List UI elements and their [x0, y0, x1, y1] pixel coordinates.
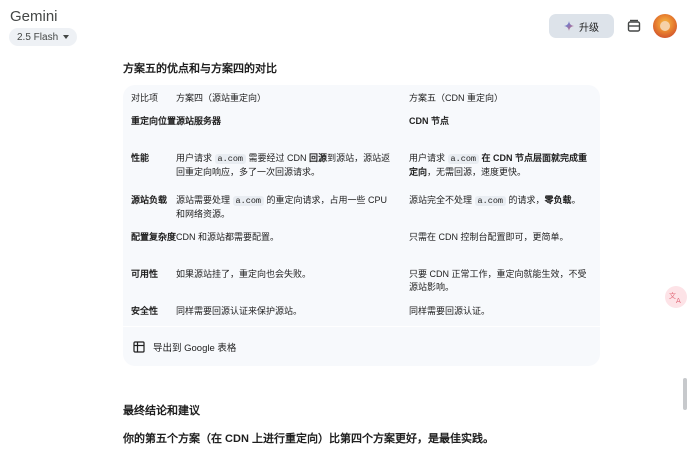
plan4-cell: 如果源站挂了，重定向也会失败。 — [176, 269, 312, 279]
plan5-cell: 源站完全不处理 a.com 的请求，零负载。 — [409, 195, 581, 206]
table-row: 可用性 如果源站挂了，重定向也会失败。 只要 CDN 正常工作，重定向就能生效，… — [123, 264, 600, 301]
domain-code: a.com — [447, 154, 480, 164]
header-cell: 方案四（源站重定向） — [176, 93, 267, 103]
plan5-cell: 同样需要回源认证。 — [409, 306, 491, 316]
row-item: 安全性 — [131, 306, 159, 316]
plan5-cell: CDN 节点 — [409, 116, 449, 126]
export-to-sheets-button[interactable]: 导出到 Google 表格 — [133, 336, 236, 358]
table-icon — [133, 341, 145, 353]
translate-icon: 文 A — [669, 291, 681, 304]
table-divider — [123, 326, 600, 327]
avatar-face — [660, 21, 670, 31]
domain-code: a.com — [474, 196, 507, 206]
table-row: 安全性 同样需要回源认证来保护源站。 同样需要回源认证。 — [123, 301, 600, 323]
plan4-cell: 源站需要处理 a.com 的重定向请求，占用一些 CPU 和网络资源。 — [176, 195, 388, 219]
caret-down-icon — [63, 35, 70, 39]
domain-code: a.com — [214, 154, 247, 164]
model-label: 2.5 Flash — [17, 31, 59, 43]
conclusion-text: 你的第五个方案（在 CDN 上进行重定向）比第四个方案更好，是最佳实践。 — [123, 433, 494, 445]
row-item: 配置复杂度 — [131, 232, 177, 242]
table-row: 配置复杂度 CDN 和源站都需要配置。 只需在 CDN 控制台配置即可，更简单。 — [123, 227, 600, 264]
table-row: 性能 用户请求 a.com 需要经过 CDN 回源到源站，源站返回重定向响应，多… — [123, 148, 600, 190]
domain-code: a.com — [232, 196, 265, 206]
section-heading: 方案五的优点和与方案四的对比 — [123, 63, 277, 75]
comparison-table: 对比项 方案四（源站重定向） 方案五（CDN 重定向） 重定向位置 源站服务器 … — [123, 85, 600, 323]
inbox-icon[interactable] — [626, 18, 642, 34]
row-item: 可用性 — [131, 269, 159, 279]
plan5-cell: 只需在 CDN 控制台配置即可，更简单。 — [409, 232, 569, 242]
svg-text:A: A — [676, 297, 681, 304]
comparison-table-card: 对比项 方案四（源站重定向） 方案五（CDN 重定向） 重定向位置 源站服务器 … — [123, 85, 600, 366]
conclusion-heading: 最终结论和建议 — [123, 405, 200, 417]
scrollbar-thumb[interactable] — [683, 378, 687, 410]
plan4-cell: 用户请求 a.com 需要经过 CDN 回源到源站，源站返回重定向响应，多了一次… — [176, 153, 391, 177]
export-label: 导出到 Google 表格 — [153, 343, 237, 354]
plan4-cell: 源站服务器 — [176, 116, 222, 126]
upgrade-label: 升级 — [579, 22, 599, 34]
row-item: 性能 — [131, 153, 150, 163]
table-header-row: 对比项 方案四（源站重定向） 方案五（CDN 重定向） — [123, 85, 600, 111]
table-row: 重定向位置 源站服务器 CDN 节点 — [123, 111, 600, 148]
sparkle-icon — [564, 21, 574, 31]
table-row: 源站负载 源站需要处理 a.com 的重定向请求，占用一些 CPU 和网络资源。… — [123, 190, 600, 227]
plan5-cell: 只要 CDN 正常工作，重定向就能生效，不受源站影响。 — [409, 269, 587, 292]
plan5-cell: 用户请求 a.com 在 CDN 节点层面就完成重定向，无需回源，速度更快。 — [409, 153, 588, 177]
row-item: 源站负载 — [131, 195, 168, 205]
upgrade-button[interactable]: 升级 — [549, 14, 614, 38]
app-title: Gemini — [10, 8, 58, 25]
model-picker[interactable]: 2.5 Flash — [9, 28, 78, 46]
translate-button[interactable]: 文 A — [665, 286, 687, 308]
row-item: 重定向位置 — [131, 116, 177, 126]
header-cell: 对比项 — [131, 93, 159, 103]
avatar[interactable] — [653, 14, 677, 38]
svg-text:文: 文 — [669, 291, 676, 300]
plan4-cell: 同样需要回源认证来保护源站。 — [176, 306, 303, 316]
header-cell: 方案五（CDN 重定向） — [409, 93, 503, 103]
plan4-cell: CDN 和源站都需要配置。 — [176, 232, 279, 242]
